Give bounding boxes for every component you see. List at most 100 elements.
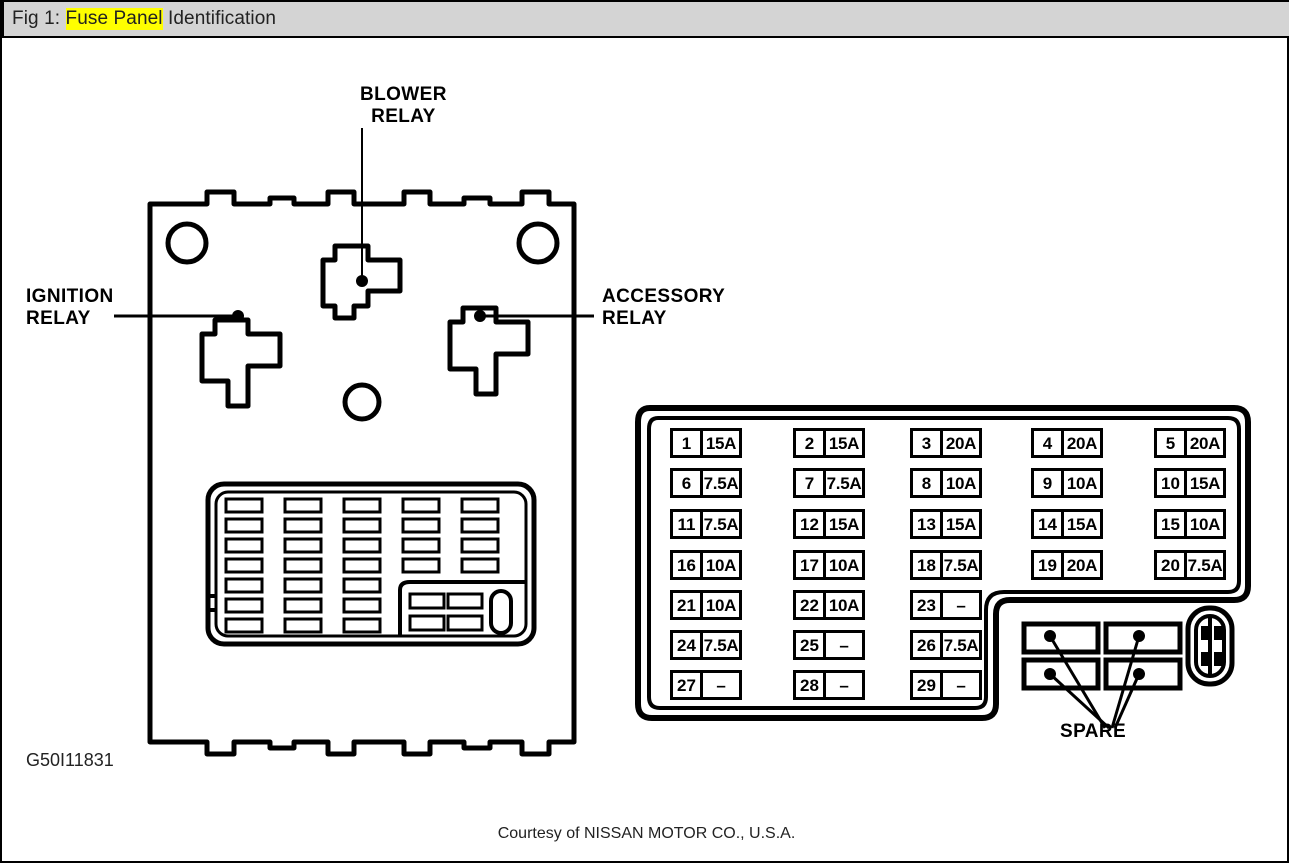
- fuse-rating: 7.5A: [1187, 555, 1223, 575]
- ignition-relay-leader-dot: [232, 310, 244, 322]
- fuse-cell-26[interactable]: 26 7.5A: [910, 630, 982, 660]
- fuse-rating: 15A: [1189, 473, 1221, 493]
- fuse-rating: 15A: [1066, 514, 1098, 534]
- blower-relay-leader-dot: [356, 275, 368, 287]
- fuse-panel-diagram: 1 15A 6 7.5A 11 7.5A 16 10A 21 10A 24 7.5A 27–2 15A 7 7…: [2, 38, 1289, 863]
- caption-prefix: Fig 1:: [12, 8, 66, 29]
- fuse-rating: 15A: [945, 514, 977, 534]
- fuse-cell-15[interactable]: 15 10A: [1154, 509, 1226, 539]
- fuse-number: 10: [1157, 471, 1187, 495]
- fuse-rating: 20A: [1189, 433, 1221, 453]
- figure-caption-bar: Fig 1: Fuse Panel Identification: [2, 0, 1289, 38]
- fuse-number: 15: [1157, 512, 1187, 536]
- fuse-cell-22[interactable]: 22 10A: [793, 590, 865, 620]
- fuse-rating: 10A: [945, 473, 977, 493]
- fuse-rating: 10A: [828, 555, 860, 575]
- accessory-relay-body: [447, 305, 531, 397]
- fuse-number: 6: [673, 471, 703, 495]
- fuse-cell-18[interactable]: 18 7.5A: [910, 550, 982, 580]
- blower-relay-label: BLOWER RELAY: [360, 84, 447, 127]
- fuse-rating: 20A: [1066, 555, 1098, 575]
- fuse-cell-13[interactable]: 13 15A: [910, 509, 982, 539]
- fuse-cell-29[interactable]: 29–: [910, 670, 982, 700]
- fuse-cell-11[interactable]: 11 7.5A: [670, 509, 742, 539]
- fuse-rating: –: [839, 635, 849, 655]
- caption-suffix: Identification: [162, 8, 277, 29]
- fuse-rating: 7.5A: [826, 473, 862, 493]
- fuse-cell-20[interactable]: 20 7.5A: [1154, 550, 1226, 580]
- fuse-number: 5: [1157, 431, 1187, 455]
- fuse-rating: 7.5A: [703, 473, 739, 493]
- fuse-rating: 10A: [1189, 514, 1221, 534]
- fuse-rating: 10A: [828, 595, 860, 615]
- fuse-cell-23[interactable]: 23–: [910, 590, 982, 620]
- fuse-rating: 7.5A: [703, 635, 739, 655]
- fuse-number: 1: [673, 431, 703, 455]
- fuse-cell-14[interactable]: 14 15A: [1031, 509, 1103, 539]
- fuse-cell-19[interactable]: 19 20A: [1031, 550, 1103, 580]
- fuse-number: 13: [913, 512, 943, 536]
- fuse-number: 23: [913, 593, 943, 617]
- ignition-relay-body: [199, 317, 283, 409]
- fuse-number: 22: [796, 593, 826, 617]
- fuse-rating: –: [956, 675, 966, 695]
- fuse-number: 3: [913, 431, 943, 455]
- fuse-rating: 20A: [1066, 433, 1098, 453]
- fuse-cell-9[interactable]: 9 10A: [1031, 468, 1103, 498]
- fuse-rating: –: [716, 675, 726, 695]
- fuse-number: 17: [796, 553, 826, 577]
- fuse-number: 2: [796, 431, 826, 455]
- fuse-rating: 10A: [705, 555, 737, 575]
- fuse-number: 19: [1034, 553, 1064, 577]
- fuse-cell-2[interactable]: 2 15A: [793, 428, 865, 458]
- fuse-rating: 7.5A: [703, 514, 739, 534]
- fuse-cell-1[interactable]: 1 15A: [670, 428, 742, 458]
- fuse-number: 12: [796, 512, 826, 536]
- fuse-cell-27[interactable]: 27–: [670, 670, 742, 700]
- fuse-number: 14: [1034, 512, 1064, 536]
- fuse-cell-28[interactable]: 28–: [793, 670, 865, 700]
- accessory-relay-label: ACCESSORY RELAY: [602, 286, 726, 329]
- fuse-number: 20: [1157, 553, 1187, 577]
- fuse-cell-6[interactable]: 6 7.5A: [670, 468, 742, 498]
- fuse-cell-24[interactable]: 24 7.5A: [670, 630, 742, 660]
- fuse-cell-21[interactable]: 21 10A: [670, 590, 742, 620]
- fuse-number: 4: [1034, 431, 1064, 455]
- fuse-number: 11: [673, 512, 703, 536]
- ignition-relay-label: IGNITION RELAY: [26, 286, 114, 329]
- fuse-number: 16: [673, 553, 703, 577]
- fuse-number: 21: [673, 593, 703, 617]
- fuse-rating: 7.5A: [943, 555, 979, 575]
- figure-id-code: G50I11831: [26, 750, 114, 770]
- fuse-cell-7[interactable]: 7 7.5A: [793, 468, 865, 498]
- fuse-number: 9: [1034, 471, 1064, 495]
- fuse-cell-16[interactable]: 16 10A: [670, 550, 742, 580]
- fuse-number: 26: [913, 633, 943, 657]
- fuse-number: 27: [673, 673, 703, 697]
- fuse-cell-4[interactable]: 4 20A: [1031, 428, 1103, 458]
- spare-label: SPARE: [1060, 721, 1127, 742]
- courtesy-text: Courtesy of NISSAN MOTOR CO., U.S.A.: [497, 825, 796, 842]
- fuse-cell-8[interactable]: 8 10A: [910, 468, 982, 498]
- fuse-number: 18: [913, 553, 943, 577]
- page-frame: Fig 1: Fuse Panel Identification 1 15A 6…: [0, 0, 1289, 863]
- fuse-cell-10[interactable]: 10 15A: [1154, 468, 1226, 498]
- fuse-rating: 7.5A: [943, 635, 979, 655]
- fuse-rating: 10A: [705, 595, 737, 615]
- fuse-cell-3[interactable]: 3 20A: [910, 428, 982, 458]
- left-fuse-block-slots: [224, 497, 500, 634]
- fuse-cell-12[interactable]: 12 15A: [793, 509, 865, 539]
- fuse-rating: –: [839, 675, 849, 695]
- fuse-rating: 15A: [828, 514, 860, 534]
- fuse-cell-17[interactable]: 17 10A: [793, 550, 865, 580]
- fuse-number: 7: [796, 471, 826, 495]
- fuse-rating: 10A: [1066, 473, 1098, 493]
- fuse-rating: –: [956, 595, 966, 615]
- caption-highlight: Fuse Panel: [65, 8, 163, 30]
- fuse-cell-25[interactable]: 25–: [793, 630, 865, 660]
- fuse-number: 24: [673, 633, 703, 657]
- fuse-rating: 15A: [705, 433, 737, 453]
- left-fuse-block-spare-slots: [408, 589, 513, 635]
- fuse-number: 28: [796, 673, 826, 697]
- fuse-cell-5[interactable]: 5 20A: [1154, 428, 1226, 458]
